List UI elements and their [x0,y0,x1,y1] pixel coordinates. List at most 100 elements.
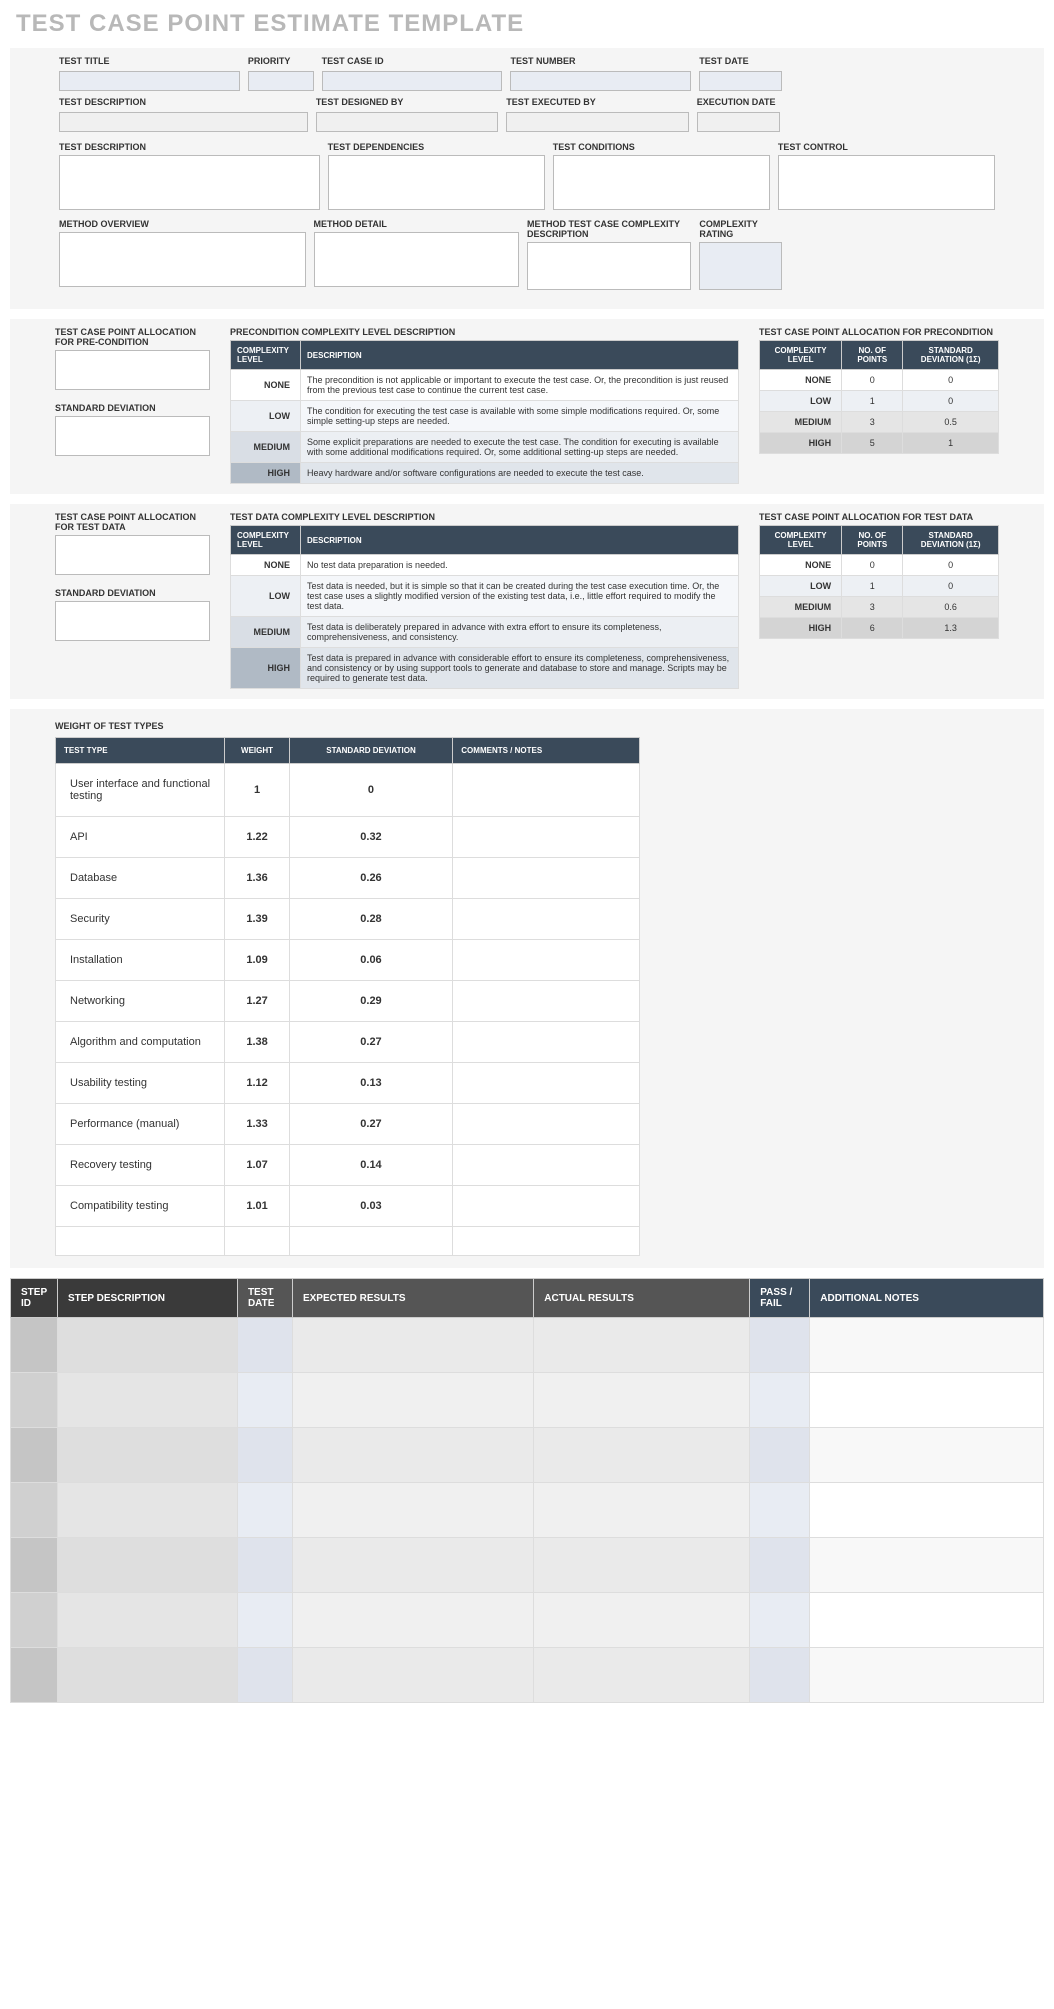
step-id-cell[interactable] [11,1538,58,1593]
precond-desc-title: PRECONDITION COMPLEXITY LEVEL DESCRIPTIO… [230,327,739,337]
step-id-cell[interactable] [11,1648,58,1703]
table-row: Algorithm and computation 1.38 0.27 [56,1022,640,1063]
step-notes-cell[interactable] [810,1648,1044,1703]
step-id-cell[interactable] [11,1428,58,1483]
dependencies-textarea[interactable] [328,155,545,210]
step-desc-cell[interactable] [57,1593,237,1648]
step-exp-cell[interactable] [292,1538,533,1593]
step-act-cell[interactable] [534,1373,750,1428]
type-cell: Security [56,899,225,940]
step-notes-cell[interactable] [810,1373,1044,1428]
step-desc-cell[interactable] [57,1373,237,1428]
label-testdata-alloc: TEST CASE POINT ALLOCATION FOR TEST DATA [55,512,210,532]
label-execution-date: EXECUTION DATE [697,97,780,107]
step-pf-cell[interactable] [750,1483,810,1538]
execution-date-input[interactable] [697,112,780,132]
step-date-cell[interactable] [237,1428,292,1483]
method-complexity-textarea[interactable] [527,242,691,290]
step-desc-cell[interactable] [57,1483,237,1538]
designed-by-input[interactable] [316,112,498,132]
test-case-id-input[interactable] [322,71,503,91]
step-exp-cell[interactable] [292,1483,533,1538]
test-date-input[interactable] [699,71,781,91]
step-act-cell[interactable] [534,1648,750,1703]
step-pf-cell[interactable] [750,1593,810,1648]
step-date-cell[interactable] [237,1538,292,1593]
th-level: COMPLEXITY LEVEL [231,526,301,555]
step-date-cell[interactable] [237,1373,292,1428]
comments-cell[interactable] [453,1022,640,1063]
control-textarea[interactable] [778,155,995,210]
step-notes-cell[interactable] [810,1538,1044,1593]
step-exp-cell[interactable] [292,1428,533,1483]
precond-sd-textarea[interactable] [55,416,210,456]
label-priority: PRIORITY [248,56,314,66]
step-pf-cell[interactable] [750,1538,810,1593]
table-row: Recovery testing 1.07 0.14 [56,1145,640,1186]
step-notes-cell[interactable] [810,1593,1044,1648]
step-date-cell[interactable] [237,1318,292,1373]
step-pf-cell[interactable] [750,1318,810,1373]
comments-cell[interactable] [453,1104,640,1145]
test-title-input[interactable] [59,71,240,91]
step-date-cell[interactable] [237,1593,292,1648]
step-id-cell[interactable] [11,1318,58,1373]
testdata-alloc-textarea[interactable] [55,535,210,575]
comments-cell[interactable] [453,899,640,940]
label-dependencies: TEST DEPENDENCIES [328,142,545,152]
step-notes-cell[interactable] [810,1483,1044,1538]
comments-cell[interactable] [453,858,640,899]
comments-cell[interactable] [453,940,640,981]
step-exp-cell[interactable] [292,1373,533,1428]
level-cell: HIGH [760,618,842,639]
points-cell: 1 [842,391,903,412]
method-overview-textarea[interactable] [59,232,306,287]
step-date-cell[interactable] [237,1648,292,1703]
weight-cell: 1 [225,764,289,817]
comments-cell[interactable] [453,817,640,858]
comments-cell[interactable] [453,1227,640,1256]
step-act-cell[interactable] [534,1593,750,1648]
th-level: COMPLEXITY LEVEL [231,341,301,370]
step-exp-cell[interactable] [292,1593,533,1648]
step-pf-cell[interactable] [750,1648,810,1703]
step-act-cell[interactable] [534,1428,750,1483]
table-row [11,1648,1044,1703]
comments-cell[interactable] [453,1186,640,1227]
step-exp-cell[interactable] [292,1318,533,1373]
priority-input[interactable] [248,71,314,91]
executed-by-input[interactable] [506,112,688,132]
conditions-textarea[interactable] [553,155,770,210]
step-desc-cell[interactable] [57,1318,237,1373]
step-act-cell[interactable] [534,1318,750,1373]
label-executed-by: TEST EXECUTED BY [506,97,688,107]
step-desc-cell[interactable] [57,1428,237,1483]
weight-title: WEIGHT OF TEST TYPES [55,721,999,731]
test-description-input[interactable] [59,112,308,132]
step-pf-cell[interactable] [750,1428,810,1483]
step-id-cell[interactable] [11,1593,58,1648]
step-id-cell[interactable] [11,1483,58,1538]
step-act-cell[interactable] [534,1483,750,1538]
test-number-input[interactable] [510,71,691,91]
method-detail-textarea[interactable] [314,232,519,287]
step-pf-cell[interactable] [750,1373,810,1428]
comments-cell[interactable] [453,1063,640,1104]
step-exp-cell[interactable] [292,1648,533,1703]
step-act-cell[interactable] [534,1538,750,1593]
complexity-rating-textarea[interactable] [699,242,781,290]
description-textarea[interactable] [59,155,320,210]
step-desc-cell[interactable] [57,1648,237,1703]
comments-cell[interactable] [453,981,640,1022]
table-row [11,1483,1044,1538]
comments-cell[interactable] [453,764,640,817]
step-desc-cell[interactable] [57,1538,237,1593]
precond-alloc-textarea[interactable] [55,350,210,390]
step-id-cell[interactable] [11,1373,58,1428]
comments-cell[interactable] [453,1145,640,1186]
step-notes-cell[interactable] [810,1428,1044,1483]
level-cell: MEDIUM [231,432,301,463]
step-notes-cell[interactable] [810,1318,1044,1373]
testdata-sd-textarea[interactable] [55,601,210,641]
step-date-cell[interactable] [237,1483,292,1538]
